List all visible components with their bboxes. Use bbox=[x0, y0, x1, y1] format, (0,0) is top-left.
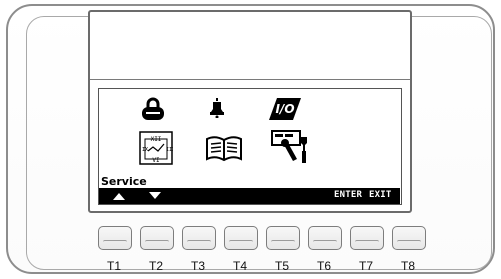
svg-text:VI: VI bbox=[152, 157, 160, 164]
enter-softkey[interactable]: ENTER bbox=[334, 190, 362, 200]
key-label-t7: T7 bbox=[358, 259, 373, 273]
key-t4[interactable] bbox=[224, 226, 258, 250]
svg-text:XII: XII bbox=[151, 136, 162, 143]
tools-icon[interactable] bbox=[271, 129, 313, 165]
softkey-bar: ENTER EXIT bbox=[99, 188, 400, 204]
up-arrow-icon[interactable] bbox=[113, 193, 125, 200]
key-label-t3: T3 bbox=[190, 259, 205, 273]
key-label-t6: T6 bbox=[316, 259, 331, 273]
menu-label: Service bbox=[101, 175, 147, 188]
display-frame: I/O XII VI IX III bbox=[88, 10, 412, 213]
key-label-t1: T1 bbox=[106, 259, 121, 273]
key-t6[interactable] bbox=[308, 226, 342, 250]
key-t5[interactable] bbox=[266, 226, 300, 250]
io-icon[interactable]: I/O bbox=[267, 96, 303, 122]
key-t2[interactable] bbox=[140, 226, 174, 250]
key-label-t8: T8 bbox=[400, 259, 415, 273]
bell-icon[interactable] bbox=[209, 98, 225, 118]
key-label-t5: T5 bbox=[274, 259, 289, 273]
key-t7[interactable] bbox=[350, 226, 384, 250]
key-t8[interactable] bbox=[392, 226, 426, 250]
lock-icon[interactable] bbox=[139, 97, 167, 121]
svg-text:IX: IX bbox=[142, 147, 148, 153]
clock-icon[interactable]: XII VI IX III bbox=[139, 131, 173, 165]
key-label-t4: T4 bbox=[232, 259, 247, 273]
upper-display-panel bbox=[90, 12, 410, 80]
key-label-t2: T2 bbox=[148, 259, 163, 273]
key-t1[interactable] bbox=[98, 226, 132, 250]
svg-text:III: III bbox=[166, 147, 173, 153]
io-icon-text: I/O bbox=[275, 102, 294, 116]
book-icon[interactable] bbox=[205, 135, 243, 163]
down-arrow-icon[interactable] bbox=[149, 192, 161, 199]
key-t3[interactable] bbox=[182, 226, 216, 250]
lcd-screen: I/O XII VI IX III bbox=[98, 88, 402, 205]
exit-softkey[interactable]: EXIT bbox=[369, 190, 391, 200]
